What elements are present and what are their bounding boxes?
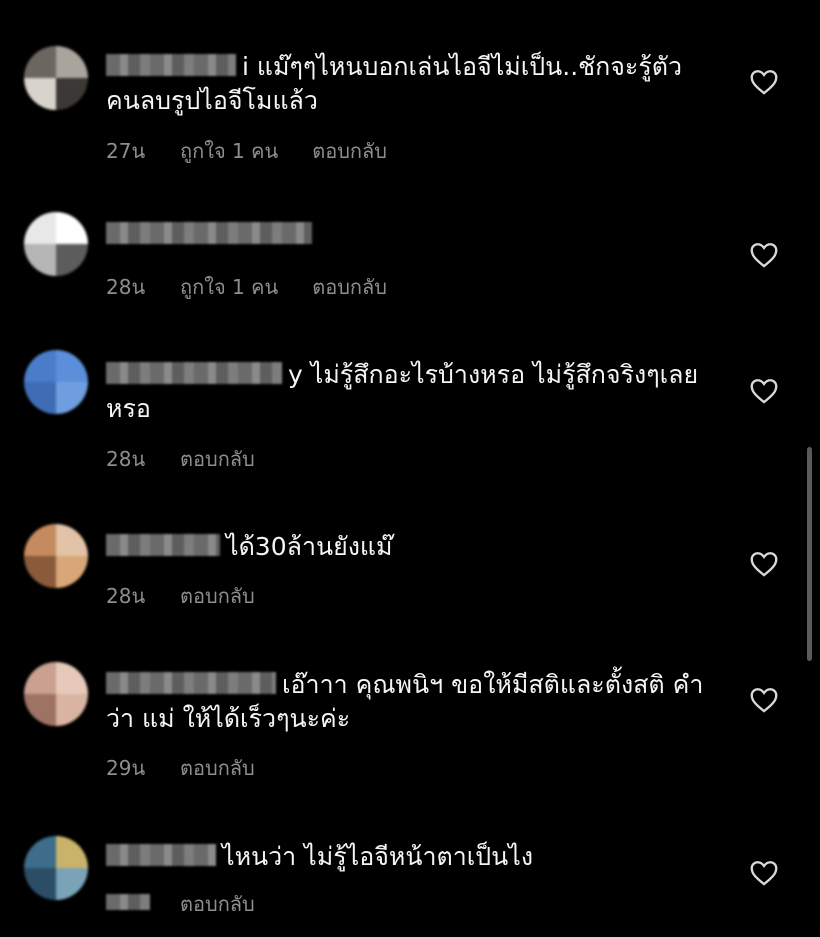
username-redacted[interactable] (106, 54, 236, 76)
likes-count-link[interactable]: ถูกใจ 1 คน (180, 271, 278, 303)
heart-icon[interactable] (750, 378, 778, 404)
comment-meta: 29น ตอบกลับ (106, 752, 255, 784)
comment-time: 29น (106, 756, 146, 780)
comment-meta: 28น ตอบกลับ (106, 580, 255, 612)
username-redacted[interactable] (106, 362, 282, 384)
comment-meta: 28น ตอบกลับ (106, 443, 255, 475)
comment-text: i แม๊ๆๆไหนบอกเล่นไอจีไม่เป็น..ชักจะรู้ตั… (106, 50, 716, 118)
comment-meta: 27น ถูกใจ 1 คน ตอบกลับ (106, 135, 387, 167)
comment-text: ได้30ล้านยังแม๊ (106, 530, 716, 564)
avatar[interactable] (24, 350, 88, 414)
comment-text: ไหนว่า ไม่รู้ไอจีหน้าตาเป็นไง (106, 840, 716, 874)
username-redacted[interactable] (106, 534, 220, 556)
avatar[interactable] (24, 836, 88, 900)
avatar[interactable] (24, 662, 88, 726)
reply-button[interactable]: ตอบกลับ (180, 443, 255, 475)
comment-time: 28น (106, 447, 146, 471)
avatar[interactable] (24, 46, 88, 110)
comment-time: 28น (106, 584, 146, 608)
scrollbar-thumb[interactable] (807, 447, 812, 661)
comment-time: 28น (106, 275, 146, 299)
comment-meta: 28น ถูกใจ 1 คน ตอบกลับ (106, 271, 387, 303)
reply-button[interactable]: ตอบกลับ (180, 580, 255, 612)
username-redacted[interactable] (106, 844, 216, 866)
comment-text: เอ๊าาา คุณพนิฯ ขอให้มีสติและตั้งสติ คําว… (106, 668, 716, 736)
comment-time: 27น (106, 139, 146, 163)
comment-meta: ตอบกลับ (106, 888, 255, 920)
likes-count-link[interactable]: ถูกใจ 1 คน (180, 135, 278, 167)
comment-text: y ไม่รู้สึกอะไรบ้างหรอ ไม่รู้สึกจริงๆเลย… (106, 358, 716, 426)
reply-button[interactable]: ตอบกลับ (180, 752, 255, 784)
comments-screen: i แม๊ๆๆไหนบอกเล่นไอจีไม่เป็น..ชักจะรู้ตั… (0, 0, 820, 937)
username-redacted[interactable] (106, 222, 312, 244)
comment-body: ได้30ล้านยังแม๊ (226, 532, 393, 561)
comment-time-redacted (106, 888, 180, 920)
heart-icon[interactable] (750, 860, 778, 886)
reply-button[interactable]: ตอบกลับ (312, 271, 387, 303)
heart-icon[interactable] (750, 69, 778, 95)
heart-icon[interactable] (750, 242, 778, 268)
comment-body: ไหนว่า ไม่รู้ไอจีหน้าตาเป็นไง (222, 842, 534, 871)
avatar[interactable] (24, 524, 88, 588)
username-redacted[interactable] (106, 672, 276, 694)
avatar[interactable] (24, 212, 88, 276)
heart-icon[interactable] (750, 687, 778, 713)
reply-button[interactable]: ตอบกลับ (180, 888, 255, 920)
heart-icon[interactable] (750, 551, 778, 577)
comment-text (106, 218, 716, 252)
reply-button[interactable]: ตอบกลับ (312, 135, 387, 167)
time-redacted (106, 893, 150, 910)
